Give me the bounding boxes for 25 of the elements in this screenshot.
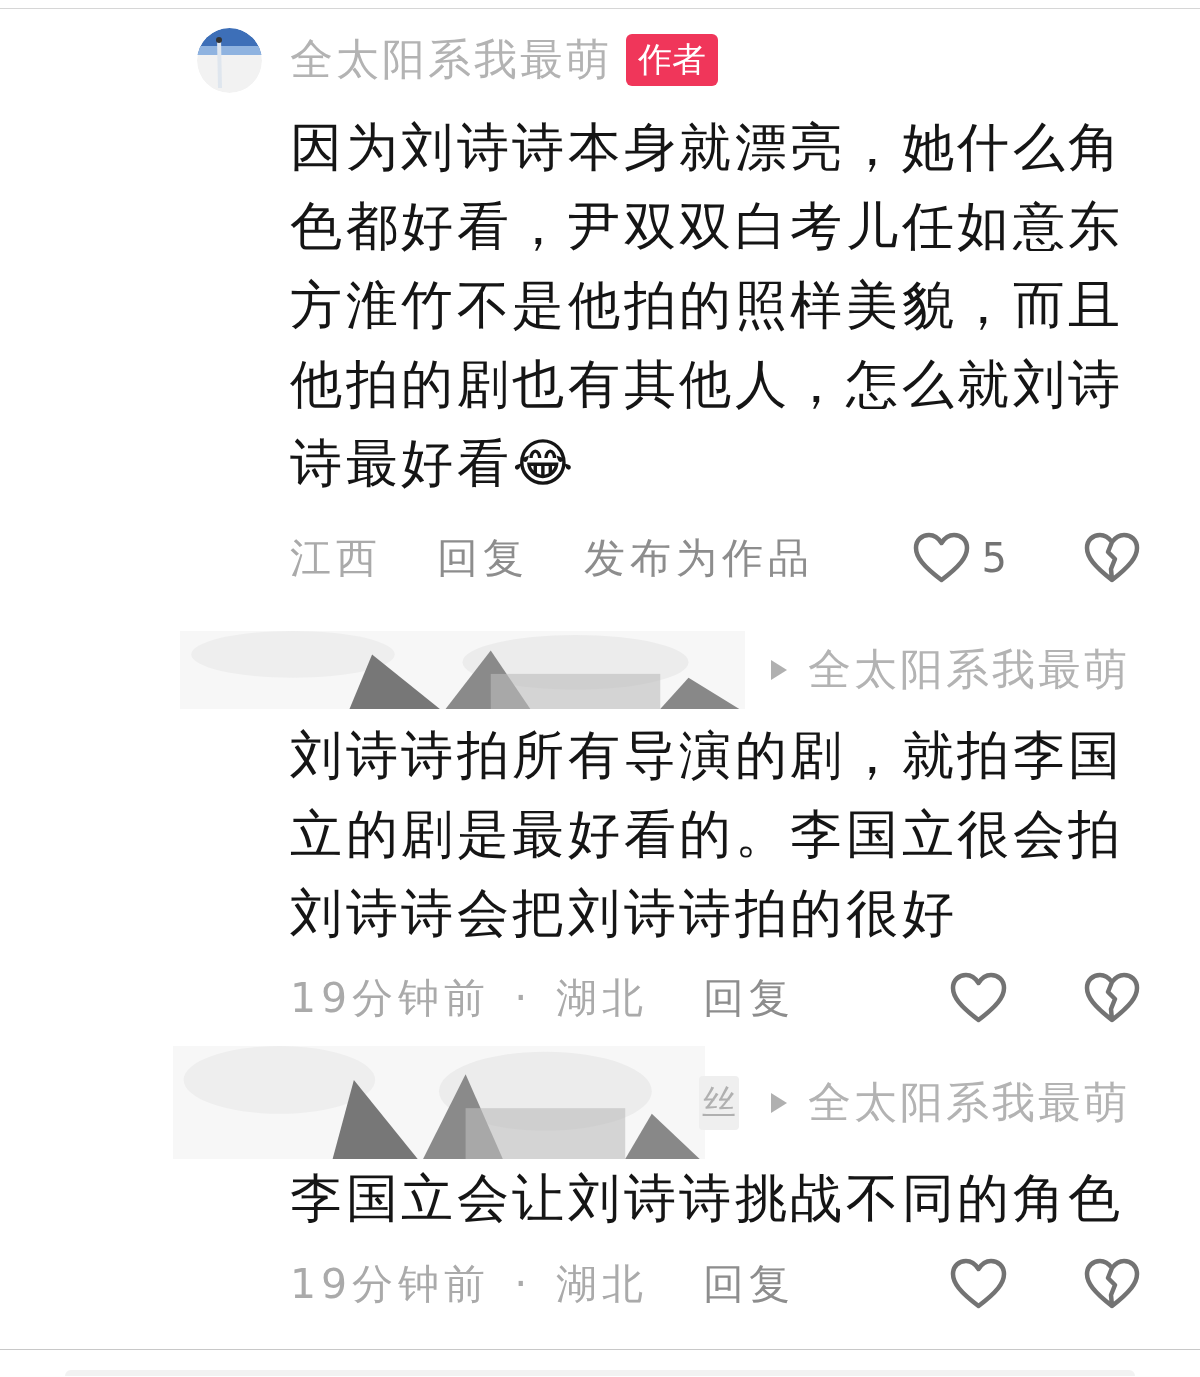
reply-text: 刘诗诗拍所有导演的剧，就拍李国立的剧是最好看的。李国立很会拍刘诗诗会把刘诗诗拍的很好 [290, 725, 1124, 943]
reply-arrow-icon [770, 1091, 788, 1114]
reply-to-username[interactable]: 全太阳系我最萌 [808, 641, 1130, 699]
reply-arrow-icon [770, 659, 788, 681]
reply-link[interactable]: 回复 [437, 530, 529, 586]
author-badge: 作者 [626, 34, 718, 86]
separator-dot: · [514, 974, 533, 1022]
separator-dot: · [514, 1260, 533, 1308]
timestamp: 19分钟前 [290, 1258, 491, 1310]
badge-fragment: 丝 [699, 1075, 739, 1130]
timestamp: 19分钟前 [290, 972, 491, 1024]
reply-link[interactable]: 回复 [703, 970, 796, 1026]
location: 湖北 [556, 1258, 649, 1310]
heart-icon[interactable] [912, 532, 970, 584]
reply-to-username[interactable]: 全太阳系我最萌 [808, 1073, 1130, 1132]
heart-icon[interactable] [950, 1258, 1007, 1310]
username[interactable]: 全太阳系我最萌 [290, 31, 612, 89]
reply-text: 李国立会让刘诗诗挑战不同的角色 [290, 1168, 1124, 1228]
like-count: 5 [981, 535, 1012, 581]
location: 江西 [290, 532, 382, 584]
heart-icon[interactable] [950, 972, 1007, 1024]
location: 湖北 [556, 972, 649, 1024]
publish-link[interactable]: 发布为作品 [584, 530, 814, 586]
reply-link[interactable]: 回复 [703, 1256, 796, 1312]
comment-text: 因为刘诗诗本身就漂亮，她什么角色都好看，尹双双白考儿任如意东方淮竹不是他拍的照样美貌，而且他拍的剧也有其他人，怎么就刘诗诗最好看😂 [290, 117, 1124, 493]
